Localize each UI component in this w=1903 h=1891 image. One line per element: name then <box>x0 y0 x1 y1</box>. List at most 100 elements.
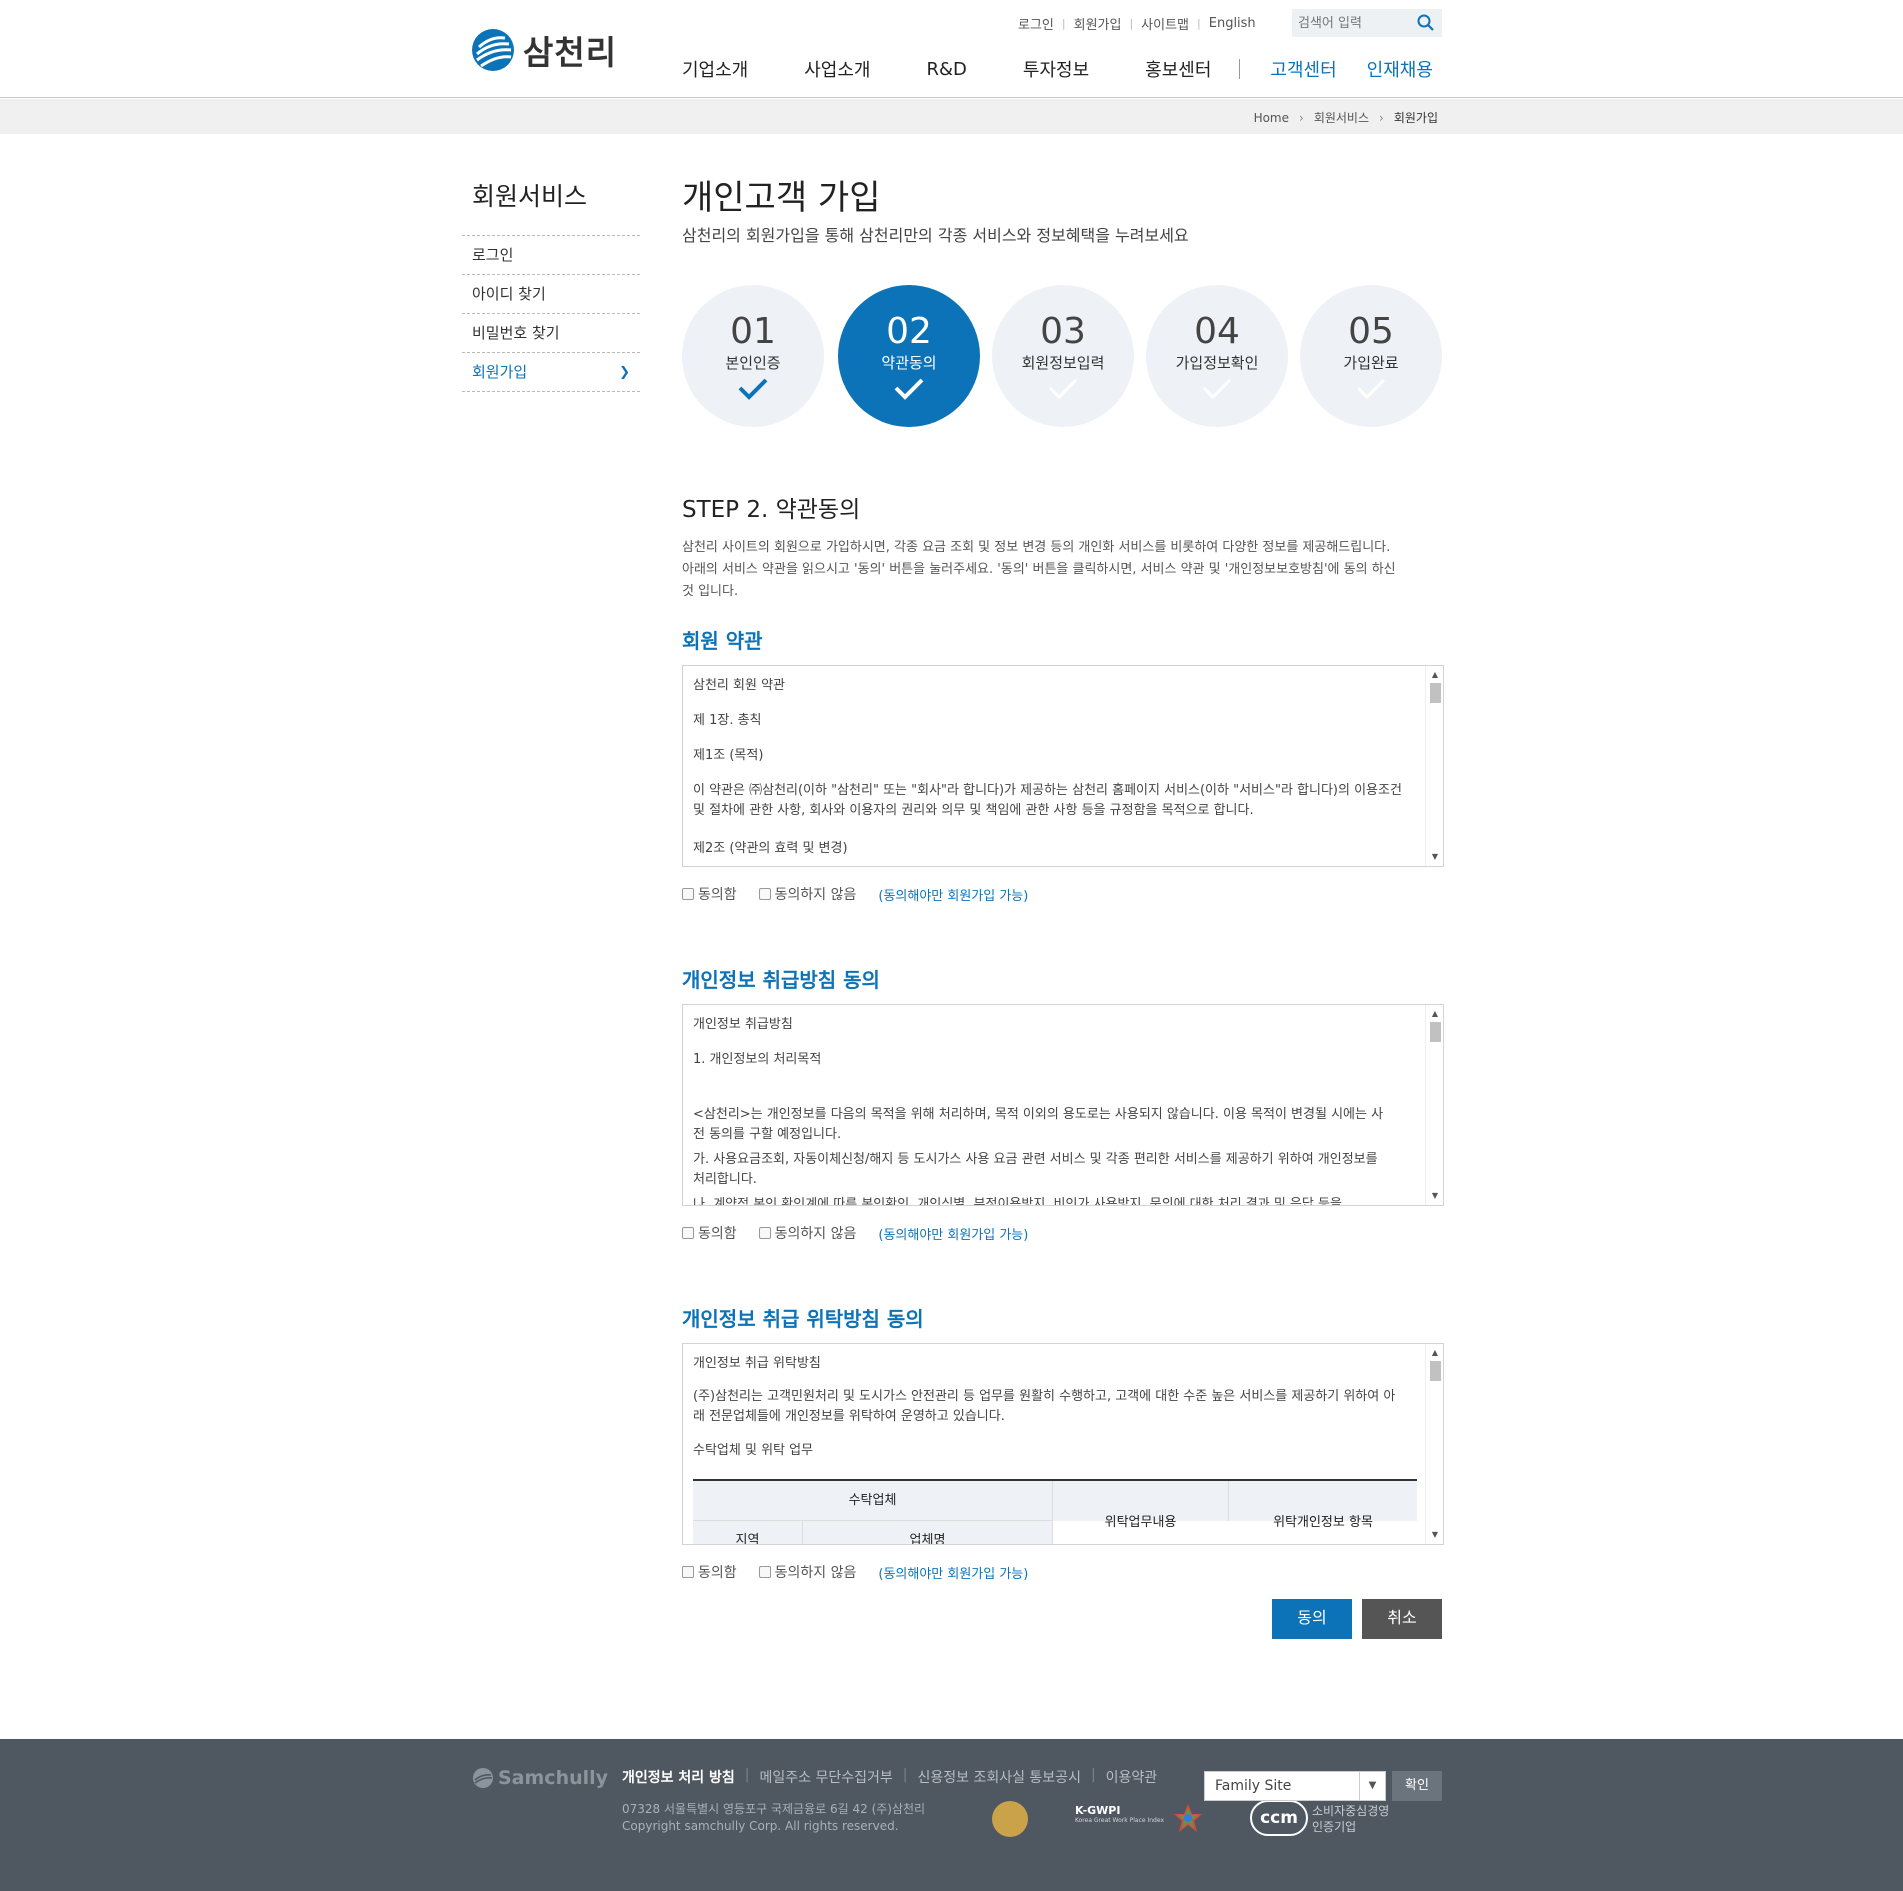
page-subtitle: 삼천리의 회원가입을 통해 삼천리만의 각종 서비스와 정보혜택을 누려보세요 <box>682 226 1189 245</box>
sidebar-menu: 로그인 아이디 찾기 비밀번호 찾기 회원가입 ❯ <box>462 235 640 392</box>
breadcrumb-home[interactable]: Home <box>1254 111 1289 125</box>
terms-article-1: 제1조 (목적) <box>693 748 764 763</box>
breadcrumb: Home › 회원서비스 › 회원가입 <box>1254 109 1438 126</box>
scroll-thumb[interactable] <box>1430 1361 1441 1381</box>
nav-rnd[interactable]: R&D <box>927 59 967 80</box>
privacy-disagree-checkbox[interactable] <box>758 1227 771 1239</box>
nav-customer[interactable]: 고객센터 <box>1270 56 1336 82</box>
privacy-agree-row: 동의함 동의하지 않음 (동의해야만 회원가입 가능) <box>682 1223 1028 1243</box>
consign-agree-row: 동의함 동의하지 않음 (동의해야만 회원가입 가능) <box>682 1562 1028 1582</box>
step-5: 05 가입완료 <box>1300 285 1442 427</box>
scroll-down-icon[interactable]: ▼ <box>1426 1189 1443 1203</box>
privacy-scroll-box[interactable]: 개인정보 취급방침 1. 개인정보의 처리목적 <삼천리>는 개인정보를 다음의… <box>682 1004 1444 1206</box>
nav-company[interactable]: 기업소개 <box>682 56 748 82</box>
privacy-agree-option[interactable]: 동의함 <box>682 1223 737 1243</box>
site-header: 삼천리 로그인 | 회원가입 | 사이트맵 | English 기업소개 사업소… <box>0 0 1903 98</box>
step-1: 01 본인인증 <box>682 285 824 427</box>
site-footer: Samchully 개인정보 처리 방침 | 메일주소 무단수집거부 | 신용정… <box>0 1739 1903 1891</box>
privacy-heading: 개인정보 취급방침 <box>693 1017 793 1032</box>
privacy-item-1: 1. 개인정보의 처리목적 <box>693 1052 822 1067</box>
award-badge-icon <box>992 1801 1028 1837</box>
cancel-button[interactable]: 취소 <box>1362 1599 1442 1639</box>
sidebar-item-find-password[interactable]: 비밀번호 찾기 <box>462 314 640 353</box>
agree-note: (동의해야만 회원가입 가능) <box>878 1566 1029 1582</box>
search-input[interactable] <box>1292 9 1410 37</box>
kgwpi-star-icon <box>1174 1804 1202 1832</box>
sidebar-item-login[interactable]: 로그인 <box>462 236 640 275</box>
nav-investor[interactable]: 투자정보 <box>1023 56 1089 82</box>
terms-agree-option[interactable]: 동의함 <box>682 884 737 904</box>
footer-link-terms[interactable]: 이용약관 <box>1106 1767 1158 1787</box>
chevron-down-icon[interactable]: ▼ <box>1359 1772 1385 1800</box>
sidebar-title: 회원서비스 <box>472 182 588 211</box>
privacy-paragraph: <삼천리>는 개인정보를 다음의 목적을 위해 처리하며, 목적 이외의 용도로… <box>693 1107 1384 1142</box>
consign-agree-option[interactable]: 동의함 <box>682 1562 737 1582</box>
step-description: 삼천리 사이트의 회원으로 가입하시면, 각종 요금 조회 및 정보 변경 등의… <box>682 540 1396 599</box>
step-4: 04 가입정보확인 <box>1146 285 1288 427</box>
privacy-item-b: 나. 계약적 본인 확인계에 따른 본인확인, 개인식별, 부정이용방지, 비인… <box>693 1197 1342 1206</box>
nav-pr[interactable]: 홍보센터 <box>1145 56 1211 82</box>
scroll-up-icon[interactable]: ▲ <box>1426 1346 1443 1360</box>
consign-disagree-option[interactable]: 동의하지 않음 <box>758 1562 857 1582</box>
terms-agree-checkbox[interactable] <box>682 888 694 900</box>
step-2: 02 약관동의 <box>838 285 980 427</box>
step-heading: STEP 2. 약관동의 <box>682 497 861 523</box>
scroll-up-icon[interactable]: ▲ <box>1426 668 1443 682</box>
consign-agree-checkbox[interactable] <box>682 1566 694 1578</box>
util-english-link[interactable]: English <box>1209 16 1256 31</box>
check-icon <box>1048 378 1078 400</box>
scroll-down-icon[interactable]: ▼ <box>1426 850 1443 864</box>
consign-section-title: 개인정보 취급 위탁방침 동의 <box>682 1307 924 1331</box>
agree-note: (동의해야만 회원가입 가능) <box>878 1227 1029 1243</box>
kgwpi-subtitle: Korea Great Work Place Index <box>1075 1817 1165 1824</box>
search-icon[interactable] <box>1416 13 1436 33</box>
chevron-right-icon: › <box>1299 110 1304 125</box>
terms-section-title: 회원 약관 <box>682 629 763 653</box>
step-number: 02 <box>886 311 932 352</box>
util-join-link[interactable]: 회원가입 <box>1074 14 1122 33</box>
terms-disagree-option[interactable]: 동의하지 않음 <box>758 884 856 904</box>
scroll-up-icon[interactable]: ▲ <box>1426 1007 1443 1021</box>
samchully-logo-icon <box>472 29 514 71</box>
footer-address: 07328 서울특별시 영등포구 국제금융로 6길 42 (주)삼천리 <box>622 1802 926 1816</box>
scrollbar[interactable]: ▲ ▼ <box>1425 1005 1443 1205</box>
scroll-thumb[interactable] <box>1430 683 1441 703</box>
ccm-text: 소비자중심경영 인증기업 <box>1312 1804 1390 1834</box>
terms-scroll-box[interactable]: 삼천리 회원 약관 제 1장. 총칙 제1조 (목적) 이 약관은 ㈜삼천리(이… <box>682 665 1444 867</box>
sidebar-item-join[interactable]: 회원가입 ❯ <box>462 353 640 392</box>
scrollbar[interactable]: ▲ ▼ <box>1425 666 1443 866</box>
nav-recruit[interactable]: 인재채용 <box>1367 56 1433 82</box>
privacy-disagree-option[interactable]: 동의하지 않음 <box>758 1223 856 1243</box>
sidebar-item-find-id[interactable]: 아이디 찾기 <box>462 275 640 314</box>
util-login-link[interactable]: 로그인 <box>1018 14 1054 33</box>
check-icon <box>1202 378 1232 400</box>
step-3: 03 회원정보입력 <box>992 285 1134 427</box>
utility-nav: 로그인 | 회원가입 | 사이트맵 | English <box>1018 14 1256 33</box>
site-logo[interactable]: 삼천리 <box>471 26 617 74</box>
scroll-thumb[interactable] <box>1430 1022 1441 1042</box>
table-header-task: 위탁업무내용 <box>1104 1515 1177 1530</box>
terms-paragraph: 이 약관은 ㈜삼천리(이하 "삼천리" 또는 "회사"라 합니다)가 제공하는 … <box>693 783 1402 818</box>
privacy-agree-checkbox[interactable] <box>682 1227 694 1239</box>
footer-link-email-refuse[interactable]: 메일주소 무단수집거부 <box>760 1767 893 1787</box>
join-steps: 01 본인인증 02 약관동의 03 회원정보입력 04 가입정보확인 05 가… <box>682 285 1442 427</box>
agree-button[interactable]: 동의 <box>1272 1599 1352 1639</box>
footer-logo: Samchully <box>472 1767 608 1789</box>
table-header-group: 수탁업체 <box>693 1481 1053 1521</box>
scroll-down-icon[interactable]: ▼ <box>1426 1528 1443 1542</box>
terms-disagree-checkbox[interactable] <box>758 888 771 900</box>
footer-link-credit-notice[interactable]: 신용정보 조회사실 통보공시 <box>917 1767 1080 1787</box>
breadcrumb-member-service[interactable]: 회원서비스 <box>1314 109 1369 126</box>
family-site-select[interactable]: Family Site ▼ <box>1204 1771 1386 1801</box>
sidebar-item-label: 회원가입 <box>472 363 528 381</box>
disagree-label: 동의하지 않음 <box>774 1565 857 1581</box>
terms-heading: 삼천리 회원 약관 <box>693 678 785 693</box>
nav-business[interactable]: 사업소개 <box>804 56 870 82</box>
footer-link-privacy[interactable]: 개인정보 처리 방침 <box>622 1767 735 1787</box>
consign-scroll-box[interactable]: 개인정보 취급 위탁방침 (주)삼천리는 고객민원처리 및 도시가스 안전관리 … <box>682 1343 1444 1545</box>
consign-disagree-checkbox[interactable] <box>758 1566 771 1578</box>
util-sitemap-link[interactable]: 사이트맵 <box>1141 14 1189 33</box>
family-site-confirm-button[interactable]: 확인 <box>1392 1771 1442 1801</box>
ccm-badge: ccm <box>1250 1800 1308 1836</box>
scrollbar[interactable]: ▲ ▼ <box>1425 1344 1443 1544</box>
